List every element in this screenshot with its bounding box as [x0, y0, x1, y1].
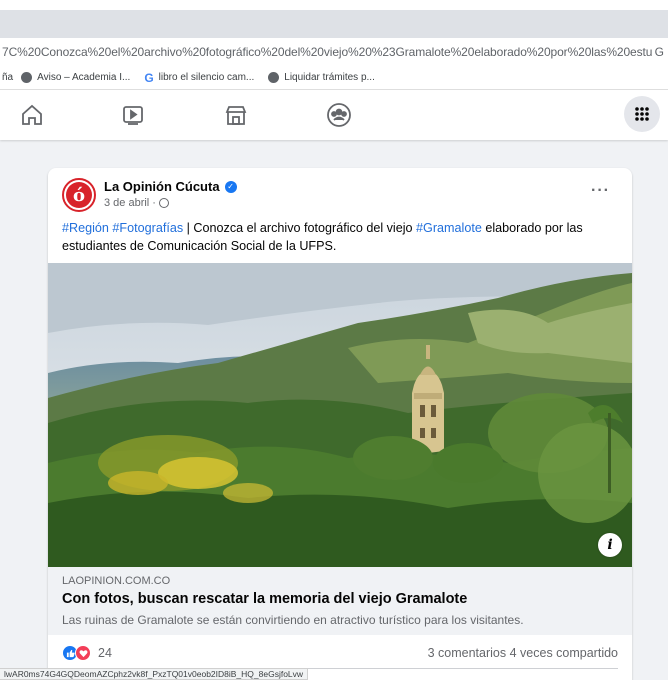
bookmark-label: libro el silencio cam... [158, 72, 255, 83]
la-opinion-logo-icon: ó [66, 182, 92, 208]
hashtag-link[interactable]: #Fotografías [112, 221, 183, 235]
bookmark-label: Aviso – Academia I... [37, 72, 131, 83]
menu-grid-icon[interactable] [624, 96, 660, 132]
more-options-icon[interactable]: ··· [591, 182, 610, 200]
hashtag-link[interactable]: #Región [62, 221, 109, 235]
groups-icon[interactable] [324, 100, 354, 130]
facebook-nav-bar [0, 90, 668, 140]
info-icon[interactable]: i [598, 533, 622, 557]
post-meta: 3 de abril · [104, 197, 169, 209]
address-bar[interactable]: 7C%20Conozca%20el%20archivo%20fotográfic… [0, 38, 668, 66]
bookmark-item[interactable]: Aviso – Academia I... [21, 72, 130, 83]
verified-badge-icon: ✓ [224, 180, 237, 193]
link-title[interactable]: Con fotos, buscan rescatar la memoria de… [62, 591, 467, 607]
address-url[interactable]: 7C%20Conozca%20el%20archivo%20fotográfic… [2, 45, 652, 59]
browser-tab-bar [0, 10, 668, 38]
public-globe-icon [158, 198, 169, 208]
home-icon[interactable] [17, 100, 47, 130]
reactions-count[interactable]: 24 [98, 646, 112, 660]
author-name[interactable]: La Opinión Cúcuta [104, 179, 220, 194]
status-bar-url: lwAR0ms74G4GQDeomAZCphz2vk8f_PxzTQ01v0eo… [0, 668, 309, 680]
comments-count[interactable]: 3 comentarios [428, 646, 507, 660]
link-description: Las ruinas de Gramalote se están convirt… [62, 613, 524, 627]
google-icon: G [144, 70, 154, 85]
reactions-summary[interactable]: 24 [62, 645, 112, 661]
bookmark-item[interactable]: ña [2, 72, 13, 83]
engagement-stats: 3 comentarios 4 veces compartido [428, 646, 618, 660]
google-lens-icon[interactable]: G [655, 45, 664, 59]
bookmark-item[interactable]: G libro el silencio cam... [144, 71, 254, 85]
landscape-image [48, 263, 632, 567]
post-text: #Región #Fotografías | Conozca el archiv… [62, 219, 622, 255]
post-card: ó La Opinión Cúcuta ✓ 3 de abril · ··· #… [48, 168, 632, 680]
avatar[interactable]: ó [62, 178, 96, 212]
browser-top-strip [0, 0, 668, 10]
shares-count[interactable]: 4 veces compartido [510, 646, 618, 660]
post-date[interactable]: 3 de abril · [104, 197, 156, 209]
link-domain: LAOPINION.COM.CO [62, 575, 171, 587]
watch-icon[interactable] [118, 100, 148, 130]
post-author[interactable]: La Opinión Cúcuta ✓ [104, 179, 237, 194]
post-photo[interactable]: i [48, 263, 632, 567]
hashtag-link[interactable]: #Gramalote [416, 221, 482, 235]
bookmark-label: ña [2, 72, 14, 83]
globe-icon [21, 72, 33, 83]
bookmark-label: Liquidar trámites p... [284, 72, 375, 83]
love-reaction-icon [75, 645, 91, 661]
globe-icon [268, 72, 280, 83]
post-text-segment: | Conozca el archivo fotográfico del vie… [183, 221, 417, 235]
marketplace-icon[interactable] [221, 100, 251, 130]
link-preview[interactable]: LAOPINION.COM.CO Con fotos, buscan resca… [48, 567, 632, 635]
bookmark-item[interactable]: Liquidar trámites p... [268, 72, 375, 83]
bookmarks-bar: ña Aviso – Academia I... G libro el sile… [0, 66, 668, 90]
